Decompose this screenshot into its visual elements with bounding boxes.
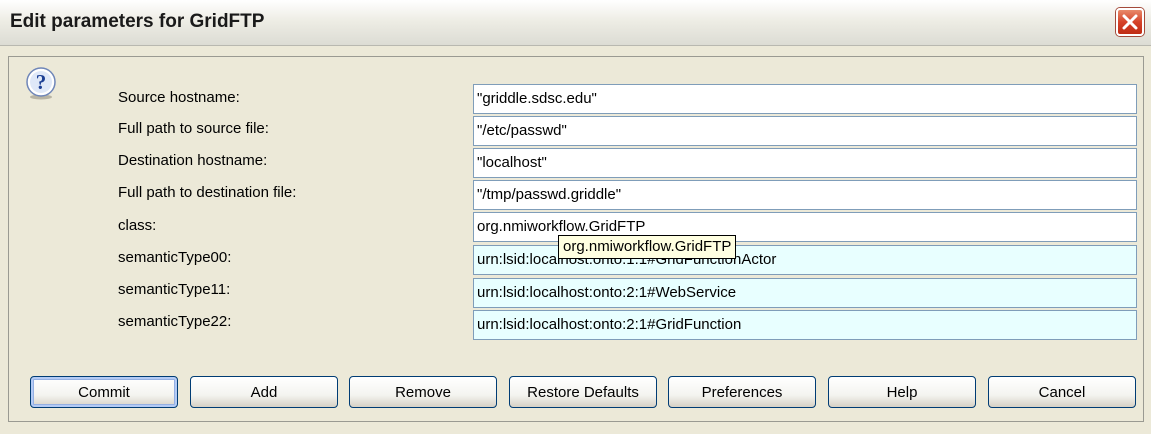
semantic-type-00-label: semanticType00:: [118, 249, 232, 266]
close-button[interactable]: [1116, 8, 1144, 36]
semantic-type-11-label: semanticType11:: [118, 281, 231, 298]
question-icon: ?: [26, 67, 56, 100]
destination-hostname-field[interactable]: "localhost": [473, 148, 1137, 178]
class-label: class:: [118, 217, 157, 234]
cancel-button[interactable]: Cancel: [988, 376, 1136, 408]
destination-file-label: Full path to destination file:: [118, 184, 297, 201]
source-file-label: Full path to source file:: [118, 120, 269, 137]
window-title: Edit parameters for GridFTP: [10, 11, 265, 32]
semantic-type-22-field[interactable]: urn:lsid:localhost:onto:2:1#GridFunction: [473, 310, 1137, 340]
source-hostname-field[interactable]: "griddle.sdsc.edu": [473, 84, 1137, 114]
preferences-button[interactable]: Preferences: [668, 376, 816, 408]
help-button[interactable]: Help: [828, 376, 976, 408]
source-hostname-label: Source hostname:: [118, 89, 240, 106]
add-button[interactable]: Add: [190, 376, 338, 408]
commit-button[interactable]: Commit: [30, 376, 178, 408]
destination-file-field[interactable]: "/tmp/passwd.griddle": [473, 180, 1137, 210]
remove-button[interactable]: Remove: [349, 376, 497, 408]
title-bar: Edit parameters for GridFTP: [0, 0, 1151, 46]
class-tooltip: org.nmiworkflow.GridFTP: [558, 235, 737, 259]
semantic-type-22-label: semanticType22:: [118, 313, 232, 330]
svg-text:?: ?: [36, 70, 47, 94]
restore-defaults-button[interactable]: Restore Defaults: [509, 376, 657, 408]
destination-hostname-label: Destination hostname:: [118, 152, 268, 169]
semantic-type-11-field[interactable]: urn:lsid:localhost:onto:2:1#WebService: [473, 278, 1137, 308]
close-icon: [1122, 14, 1138, 30]
source-file-field[interactable]: "/etc/passwd": [473, 116, 1137, 146]
